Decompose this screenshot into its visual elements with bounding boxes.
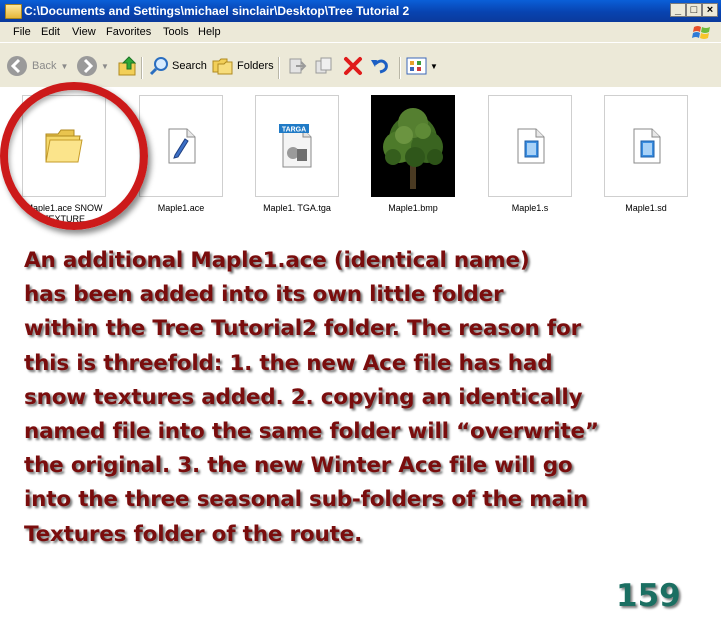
move-to-button[interactable] [287, 55, 307, 77]
copy-to-icon [315, 57, 332, 74]
file-name: Maple1.ace [157, 203, 205, 213]
toolbar-separator [399, 57, 401, 79]
search-icon [149, 57, 168, 76]
caption-line: within the Tree Tutorial2 folder. The re… [24, 316, 582, 342]
close-button[interactable]: × [702, 3, 718, 17]
delete-button[interactable] [343, 55, 363, 77]
caption-line: into the three seasonal sub-folders of t… [24, 487, 589, 513]
folders-label: Folders [237, 60, 274, 72]
file-thumbnail [604, 95, 688, 197]
window-title: C:\Documents and Settings\michael sincla… [24, 4, 410, 18]
delete-icon [344, 57, 362, 75]
search-button[interactable]: Search [149, 55, 207, 77]
file-thumbnail: TARGA [255, 95, 339, 197]
toolbar: Back ▼ ▼ Search Folders ▼ [0, 42, 721, 88]
caption-line: this is threefold: 1. the new Ace file h… [24, 350, 553, 376]
file-thumbnail [488, 95, 572, 197]
file-item-sd[interactable]: Maple1.sd [603, 95, 689, 214]
file-thumbnail [371, 95, 455, 197]
caption-line: named file into the same folder will “ov… [24, 419, 599, 445]
generic-file-icon [517, 128, 545, 164]
menu-view[interactable]: View [72, 26, 96, 38]
file-name: Maple1.bmp [388, 203, 438, 213]
forward-arrow-icon [77, 56, 97, 76]
folders-button[interactable]: Folders [212, 55, 274, 77]
menu-edit[interactable]: Edit [41, 26, 60, 38]
back-label: Back [32, 60, 57, 72]
search-label: Search [172, 60, 207, 72]
caption-line: the original. 3. the new Winter Ace file… [24, 453, 573, 479]
undo-button[interactable] [370, 55, 390, 77]
file-name: Maple1. TGA.tga [263, 203, 331, 213]
caption-line: An additional Maple1.ace (identical name… [24, 248, 530, 273]
back-arrow-icon [7, 56, 27, 76]
file-thumbnail [139, 95, 223, 197]
file-name: Maple1.s [511, 203, 549, 213]
caption-line: has been added into its own little folde… [24, 282, 504, 308]
file-item-ace[interactable]: Maple1.ace [138, 95, 224, 214]
caption-line: snow textures added. 2. copying an ident… [24, 384, 583, 410]
folder-icon [5, 4, 22, 19]
undo-icon [371, 59, 388, 74]
chevron-down-icon: ▼ [430, 61, 438, 71]
tree-thumbnail [371, 95, 455, 197]
views-icon [406, 57, 427, 75]
menu-favorites[interactable]: Favorites [106, 26, 151, 38]
views-button[interactable]: ▼ [406, 55, 438, 77]
highlight-circle [0, 82, 148, 230]
back-button[interactable]: Back ▼ [6, 55, 68, 77]
minimize-button[interactable]: _ [670, 3, 686, 17]
up-folder-icon [118, 56, 137, 76]
generic-file-icon [633, 128, 661, 164]
title-bar: C:\Documents and Settings\michael sincla… [0, 0, 721, 22]
windows-logo-icon [692, 26, 710, 39]
chevron-down-icon: ▼ [60, 61, 69, 71]
file-item-tga[interactable]: TARGA Maple1. TGA.tga [254, 95, 340, 214]
maximize-button[interactable]: □ [686, 3, 702, 17]
folders-icon [212, 58, 233, 75]
toolbar-separator [141, 57, 143, 79]
annotation-caption: An additional Maple1.ace (identical name… [24, 244, 714, 552]
up-folder-button[interactable] [117, 55, 139, 77]
menu-help[interactable]: Help [198, 26, 221, 38]
file-name: Maple1.sd [625, 203, 667, 213]
menu-tools[interactable]: Tools [163, 26, 189, 38]
targa-file-icon: TARGA [279, 124, 312, 168]
copy-to-button[interactable] [314, 55, 334, 77]
move-to-icon [289, 58, 307, 74]
file-item-bmp[interactable]: Maple1.bmp [370, 95, 456, 214]
chevron-down-icon: ▼ [101, 61, 109, 71]
ace-file-icon [168, 128, 196, 164]
targa-badge: TARGA [282, 127, 306, 134]
file-item-s[interactable]: Maple1.s [487, 95, 573, 214]
menu-file[interactable]: File [13, 26, 31, 38]
caption-line: Textures folder of the route. [24, 521, 363, 547]
menu-bar: File Edit View Favorites Tools Help [0, 22, 721, 42]
forward-button[interactable]: ▼ [76, 55, 109, 77]
page-number: 159 [616, 578, 681, 614]
toolbar-separator [278, 57, 280, 79]
